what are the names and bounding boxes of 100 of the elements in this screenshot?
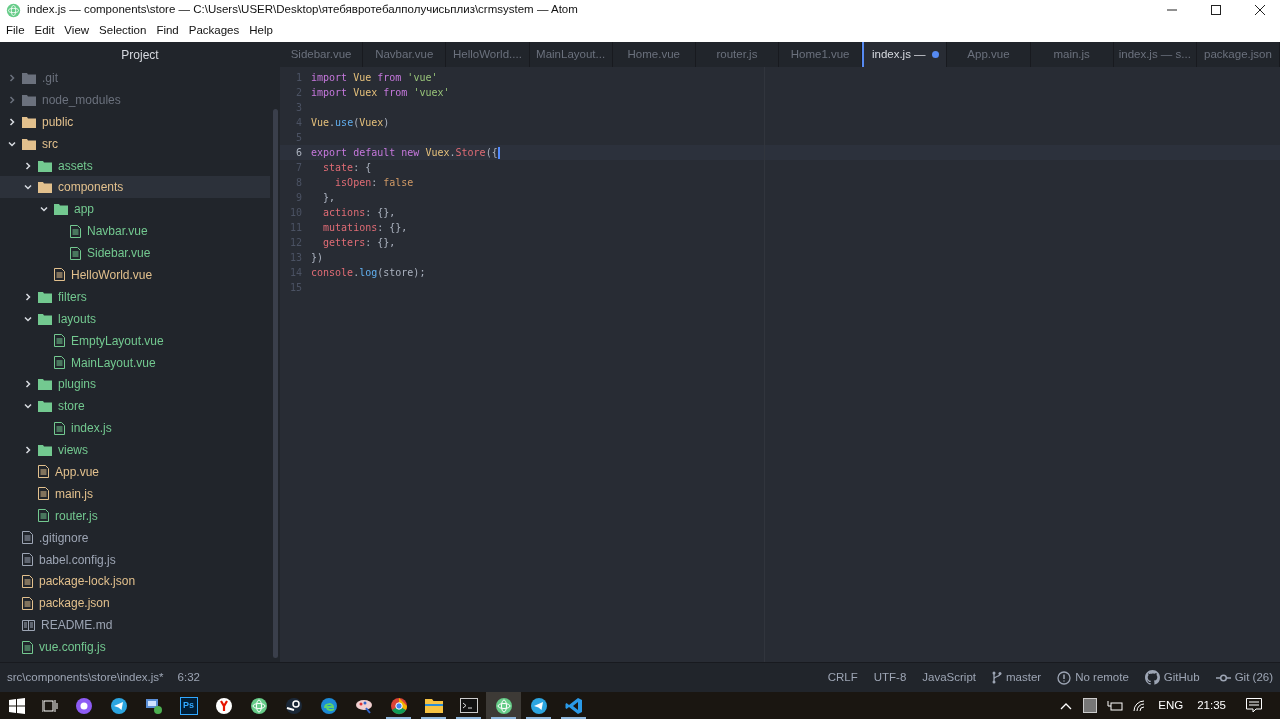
- tree-item[interactable]: app: [0, 198, 270, 221]
- folder-icon: [22, 115, 36, 128]
- folder-icon: [38, 290, 52, 303]
- tree-item[interactable]: EmptyLayout.vue: [0, 329, 270, 352]
- folder-icon: [54, 203, 68, 216]
- menu-item[interactable]: View: [64, 22, 90, 40]
- chevron-down-icon: [24, 402, 32, 411]
- folder-icon: [22, 71, 36, 84]
- tree-item[interactable]: package.json: [0, 592, 270, 615]
- tree-item-label: assets: [58, 157, 93, 175]
- notification-icon[interactable]: [1246, 698, 1262, 713]
- code-line: getters: {},: [322, 236, 396, 250]
- alert-icon: [1057, 670, 1072, 685]
- tree-item[interactable]: plugins: [0, 373, 270, 396]
- status-item[interactable]: JavaScript: [922, 668, 976, 687]
- folder-icon: [22, 137, 36, 150]
- tree-item[interactable]: .gitignore: [0, 526, 270, 549]
- close-icon[interactable]: [1254, 4, 1266, 16]
- file-icon: [22, 553, 33, 567]
- tree-item-label: plugins: [58, 376, 97, 394]
- clock[interactable]: 21:35: [1197, 696, 1226, 715]
- tree-item-label: EmptyLayout.vue: [71, 332, 164, 350]
- tree-item-label: HelloWorld.vue: [71, 266, 153, 284]
- tree-item[interactable]: package-lock.json: [0, 570, 270, 593]
- file-path[interactable]: src\components\store\index.js*: [7, 668, 164, 687]
- tree-item[interactable]: store: [0, 395, 270, 418]
- paper-plane-icon: [529, 696, 548, 715]
- tree-item[interactable]: assets: [0, 154, 270, 177]
- maximize-icon[interactable]: [1210, 4, 1222, 16]
- status-item[interactable]: No remote: [1075, 668, 1129, 687]
- terminal-icon: [459, 698, 478, 713]
- tree-item[interactable]: Sidebar.vue: [0, 242, 270, 264]
- language-indicator[interactable]: ENG: [1158, 696, 1184, 715]
- file-icon: [54, 356, 65, 369]
- tree-item[interactable]: main.js: [0, 482, 270, 505]
- code-line: }): [311, 251, 324, 265]
- chevron-up-icon[interactable]: [1060, 701, 1073, 710]
- tree-item[interactable]: filters: [0, 285, 270, 308]
- tree-item[interactable]: components: [0, 176, 270, 199]
- battery-icon[interactable]: [1107, 699, 1124, 712]
- tree-item[interactable]: Navbar.vue: [0, 220, 270, 243]
- file-icon: [70, 246, 81, 260]
- tree-item[interactable]: vue.config.js: [0, 636, 270, 659]
- tree-item-label: components: [58, 179, 124, 197]
- tree-item-label: .gitignore: [39, 529, 89, 547]
- branch-icon: [992, 671, 1002, 684]
- code-line: actions: {},: [322, 206, 396, 220]
- tree-item[interactable]: layouts: [0, 307, 270, 330]
- tree-item[interactable]: MainLayout.vue: [0, 351, 270, 374]
- tree-item-label: Sidebar.vue: [87, 245, 151, 263]
- tree-item[interactable]: src: [0, 132, 270, 155]
- steam-icon: [284, 696, 303, 715]
- unsaved-dot-icon: [931, 51, 939, 58]
- tree-item[interactable]: views: [0, 439, 270, 462]
- windows-start-icon[interactable]: [9, 697, 25, 714]
- status-item[interactable]: master: [1006, 668, 1042, 687]
- code-line: },: [322, 191, 336, 205]
- folder-icon: [38, 400, 52, 413]
- scrollbar-thumb[interactable]: [272, 109, 278, 658]
- menu-item[interactable]: Help: [249, 22, 273, 40]
- chevron-down-icon: [24, 183, 32, 192]
- task-view-icon[interactable]: [42, 698, 58, 713]
- code-line: import Vue from 'vue': [311, 71, 438, 85]
- tree-item[interactable]: index.js: [0, 417, 270, 440]
- editor-tab[interactable]: index.js —: [862, 42, 948, 67]
- code-editor-icon: [564, 696, 583, 715]
- taskbar-app[interactable]: Ps: [171, 692, 206, 719]
- chevron-right-icon: [24, 292, 32, 301]
- menu-item[interactable]: Selection: [99, 22, 147, 40]
- status-item[interactable]: Git (26): [1234, 668, 1273, 687]
- keyboard-icon[interactable]: [1083, 698, 1098, 713]
- chevron-right-icon: [24, 380, 32, 389]
- cursor-position[interactable]: 6:32: [177, 668, 200, 687]
- file-icon: [22, 596, 33, 610]
- menu-item[interactable]: Packages: [188, 22, 240, 40]
- tree-item[interactable]: HelloWorld.vue: [0, 264, 270, 286]
- tree-item[interactable]: public: [0, 110, 270, 133]
- taskbar-app[interactable]: [486, 692, 521, 719]
- status-item[interactable]: UTF-8: [873, 668, 907, 687]
- tree-item-label: filters: [58, 288, 87, 306]
- menu-item[interactable]: Find: [156, 22, 179, 40]
- menu-item[interactable]: File: [6, 22, 25, 40]
- file-icon: [38, 509, 49, 523]
- folder-icon: [38, 444, 52, 457]
- tree-item[interactable]: router.js: [0, 504, 270, 527]
- code-line: state: {: [322, 161, 372, 175]
- menu-item[interactable]: Edit: [34, 22, 55, 40]
- status-item[interactable]: GitHub: [1163, 668, 1200, 687]
- folder-icon: [424, 697, 443, 714]
- tree-item[interactable]: babel.config.js: [0, 548, 270, 571]
- tree-item-label: README.md: [41, 617, 113, 635]
- tree-item-label: store: [58, 398, 85, 416]
- file-icon: [54, 268, 65, 282]
- tree-item[interactable]: App.vue: [0, 461, 270, 483]
- status-item[interactable]: CRLF: [827, 668, 858, 687]
- assistant-icon: [74, 696, 93, 715]
- tree-item-label: app: [74, 201, 95, 219]
- tree-item-label: router.js: [55, 507, 98, 525]
- code-line: isOpen: false: [334, 176, 414, 190]
- tree-item[interactable]: README.md: [0, 614, 270, 637]
